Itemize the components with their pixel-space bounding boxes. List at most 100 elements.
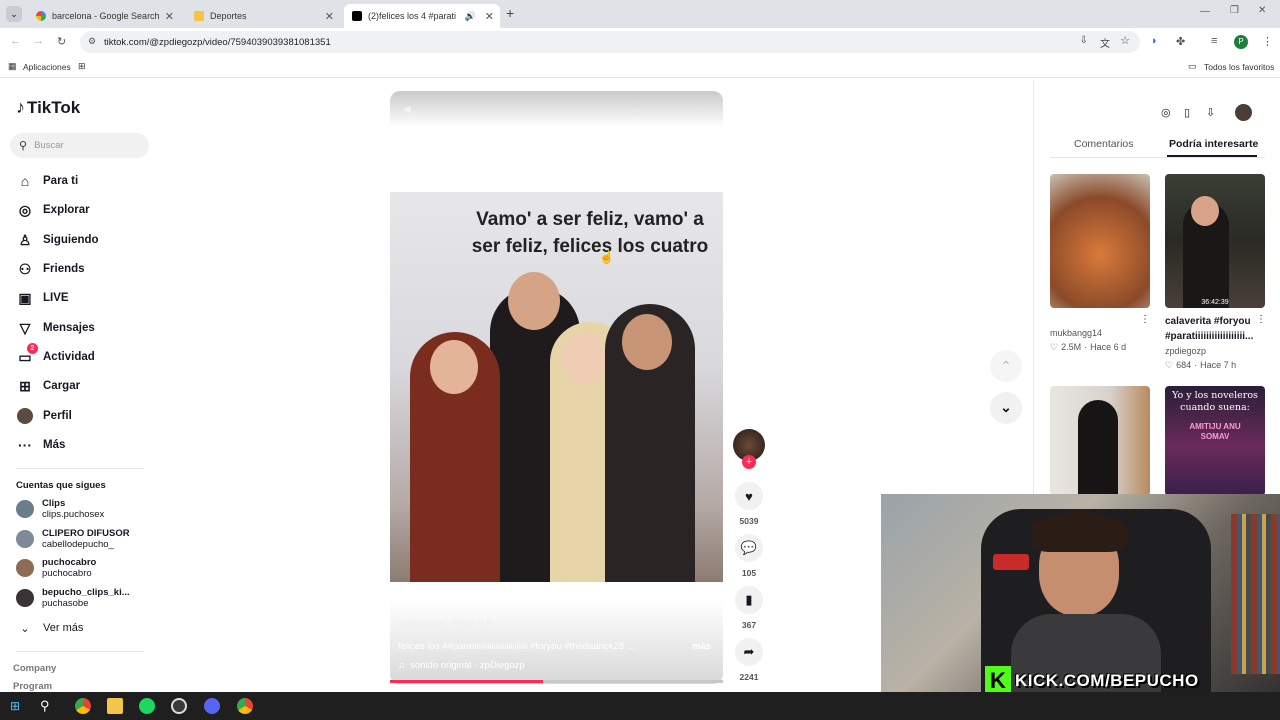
card-stats: ♡ 684 · Hace 7 h (1165, 360, 1236, 371)
video-caption-overlay: Vamo' a ser feliz, vamo' a ser feliz, fe… (471, 209, 709, 257)
deportes-icon (194, 11, 204, 21)
share-icon[interactable]: ➦ (735, 638, 763, 666)
see-more-button[interactable]: ⌄ Ver más (16, 619, 83, 637)
speaker-icon[interactable]: 🔊 (465, 11, 476, 22)
nav-live[interactable]: ▣ LIVE (16, 289, 68, 307)
device-icon[interactable]: ▯ (1184, 106, 1190, 119)
star-icon[interactable]: ☆ (1120, 34, 1130, 47)
translate-icon[interactable]: 文 (1100, 35, 1110, 50)
media-icon[interactable]: ≡ (1211, 35, 1217, 47)
tiktok-note-icon: ♪ (16, 97, 25, 117)
suggested-video-card[interactable] (1050, 386, 1150, 496)
nav-actividad[interactable]: ▭ 2 Actividad (16, 343, 95, 366)
nav-explorar[interactable]: ◎ Explorar (16, 201, 90, 219)
account-name: puchocabro (42, 557, 97, 568)
comment-icon[interactable]: 💬 (735, 534, 763, 562)
author-line[interactable]: zpdiegozp · Hace 9 h (398, 618, 492, 629)
tab-comentarios[interactable]: Comentarios (1074, 138, 1134, 150)
tiktok-logo[interactable]: ♪ TikTok (16, 97, 80, 118)
nav-mensajes[interactable]: ▽ Mensajes (16, 319, 95, 337)
following-account[interactable]: CLIPERO DIFUSOR cabellodepucho_ (16, 528, 130, 550)
menu-icon[interactable]: ⋮ (1262, 35, 1273, 48)
file-explorer-icon[interactable] (107, 698, 123, 714)
puzzle-icon[interactable]: ✤ (1176, 35, 1185, 48)
more-options-icon[interactable]: ··· (698, 102, 709, 114)
search-icon[interactable]: ⚲ (40, 698, 50, 714)
suggested-video-card[interactable] (1050, 174, 1150, 308)
card-overlay-text: AMITIJU ANU SOMAV (1189, 422, 1241, 441)
card-user[interactable]: zpdiegozp (1165, 346, 1206, 356)
reload-icon[interactable]: ↻ (57, 35, 66, 48)
following-account[interactable]: Clips clips.puchosex (16, 498, 104, 520)
mute-icon[interactable]: ◀ (403, 104, 411, 115)
share-action[interactable]: ➦ 2241 (735, 638, 763, 682)
search-icon: ⚲ (19, 140, 28, 152)
scroll-up-button[interactable]: ⌃ (990, 350, 1022, 382)
nav-para-ti[interactable]: ⌂ Para ti (16, 172, 78, 190)
logo-text: TikTok (27, 97, 81, 117)
back-icon[interactable]: ← (10, 35, 21, 47)
nav-mas[interactable]: ··· Más (16, 436, 65, 454)
maximize-button[interactable]: ❐ (1230, 5, 1239, 16)
follow-plus-button[interactable]: + (742, 455, 756, 469)
progress-track[interactable] (390, 680, 723, 683)
windows-start-icon[interactable]: ⊞ (10, 699, 20, 713)
tab-search-dropdown[interactable]: ⌄ (6, 6, 22, 22)
chrome-profile-icon[interactable] (237, 698, 253, 714)
close-icon[interactable]: ✕ (485, 10, 494, 23)
search-input[interactable]: ⚲ Buscar (10, 133, 149, 158)
footer-link-company[interactable]: Company (13, 663, 56, 674)
nav-cargar[interactable]: ⊞ Cargar (16, 377, 80, 395)
nav-perfil[interactable]: Perfil (16, 407, 72, 425)
bookmark-all[interactable]: Todos los favoritos (1204, 62, 1274, 72)
forward-icon[interactable]: → (33, 35, 44, 47)
close-icon[interactable]: ✕ (165, 10, 174, 23)
chrome-icon[interactable] (75, 698, 91, 714)
following-account[interactable]: bepucho_clips_ki... puchasobe (16, 587, 130, 609)
address-bar[interactable]: ⚙ tiktok.com/@zpdiegozp/video/7594039039… (80, 31, 1140, 53)
heart-icon[interactable]: ♥ (735, 482, 763, 510)
card-user[interactable]: mukbangg14 (1050, 328, 1102, 338)
card-menu-icon[interactable]: ⋮ (1256, 314, 1266, 325)
save-action[interactable]: ▮ 367 (735, 586, 763, 630)
suggested-video-card[interactable]: 36:42:39 (1165, 174, 1265, 308)
bookmark-apps[interactable]: Aplicaciones (23, 62, 71, 72)
more-link[interactable]: más (692, 641, 711, 652)
like-action[interactable]: ♥ 5039 (735, 482, 763, 526)
site-info-icon[interactable]: ⚙ (88, 36, 96, 47)
nav-siguiendo[interactable]: ♙ Siguiendo (16, 231, 99, 249)
tab-barcelona[interactable]: barcelona - Google Search ✕ (28, 4, 180, 28)
discord-icon[interactable] (204, 698, 220, 714)
tab-tiktok[interactable]: (2)felices los 4 #parati 🔊 ✕ (344, 4, 500, 28)
footer-link-program[interactable]: Program (13, 681, 52, 692)
tab-deportes[interactable]: Deportes ✕ (186, 4, 340, 28)
nav-label: Perfil (43, 410, 72, 422)
suggested-video-card[interactable]: Yo y los noveleros cuando suena: AMITIJU… (1165, 386, 1265, 496)
card-menu-icon[interactable]: ⋮ (1140, 314, 1150, 325)
extension-icon[interactable]: ◗ (1151, 35, 1158, 47)
tab-groups-icon[interactable]: ⊞ (78, 61, 86, 72)
profile-avatar[interactable]: P (1234, 35, 1248, 49)
scroll-down-button[interactable]: ⌄ (990, 392, 1022, 424)
close-window-button[interactable]: ✕ (1258, 5, 1266, 16)
obs-icon[interactable] (171, 698, 187, 714)
user-avatar[interactable] (1235, 104, 1252, 121)
apps-icon: ▦ (8, 61, 17, 71)
new-tab-button[interactable]: + (506, 5, 514, 21)
nav-label: Explorar (43, 204, 90, 216)
explore-icon[interactable]: ◎ (1161, 106, 1171, 119)
close-icon[interactable]: ✕ (325, 10, 334, 23)
comment-action[interactable]: 💬 105 (735, 534, 763, 578)
card-title[interactable]: calaverita #foryou #paratiiiiiiiiiiiiiii… (1165, 314, 1257, 344)
download-icon[interactable]: ⇩ (1206, 106, 1215, 119)
sound-label: sonido original - zpDiegozp (410, 660, 525, 671)
minimize-button[interactable]: — (1200, 6, 1210, 17)
following-account[interactable]: puchocabro puchocabro (16, 557, 96, 579)
spotify-icon[interactable] (139, 698, 155, 714)
tab-podria-interesarte[interactable]: Podría interesarte (1169, 138, 1258, 150)
bookmark-icon[interactable]: ▮ (735, 586, 763, 614)
install-icon[interactable]: ⇩ (1080, 35, 1088, 46)
nav-friends[interactable]: ⚇ Friends (16, 260, 85, 278)
sound-row[interactable]: ♫ sonido original - zpDiegozp (398, 660, 525, 671)
video-player[interactable]: Vamo' a ser feliz, vamo' a ser feliz, fe… (390, 192, 723, 582)
